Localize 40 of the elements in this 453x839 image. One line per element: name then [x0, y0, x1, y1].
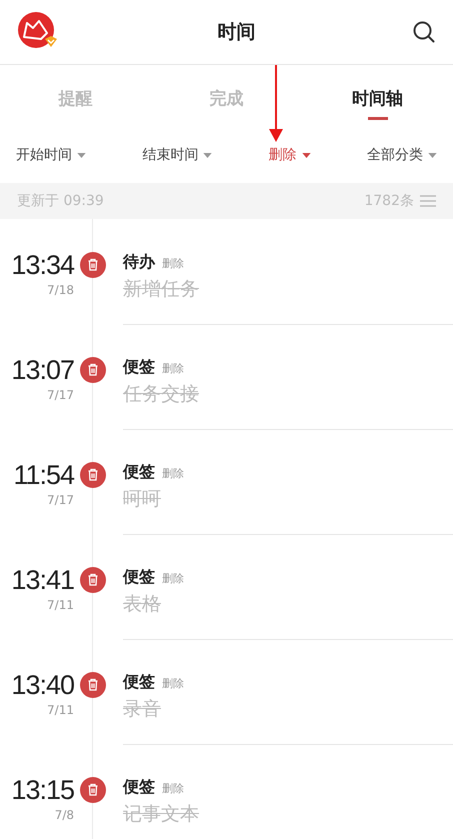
entry-status: 删除: [162, 466, 184, 481]
entry-text[interactable]: 记事文本: [123, 801, 199, 827]
entry-category: 待办: [123, 252, 155, 273]
tab[interactable]: 提醒: [0, 80, 151, 120]
filter-dropdown[interactable]: 开始时间: [16, 146, 86, 164]
update-time: 更新于 09:39: [17, 192, 104, 210]
entry-category: 便签: [123, 462, 155, 483]
entry-text[interactable]: 呵呵: [123, 486, 161, 512]
entry-date: 7/18: [47, 283, 74, 297]
entry-date: 7/17: [47, 493, 74, 507]
filter-dropdown[interactable]: 删除: [268, 146, 311, 164]
entry-status: 删除: [162, 256, 184, 271]
item-count: 1782条: [364, 192, 414, 210]
entry-time: 13:41: [11, 565, 74, 595]
entry-date: 7/8: [54, 808, 74, 822]
tab[interactable]: 时间轴: [302, 80, 453, 120]
entry-time: 11:54: [13, 460, 74, 490]
entry-text[interactable]: 录音: [123, 696, 161, 722]
filter-dropdown[interactable]: 结束时间: [142, 146, 212, 164]
entry-category: 便签: [123, 777, 155, 798]
entry-category: 便签: [123, 672, 155, 693]
entry-date: 7/11: [47, 703, 74, 717]
entry-status: 删除: [162, 781, 184, 796]
entry-time: 13:07: [11, 355, 74, 385]
entry-time: 13:34: [11, 250, 74, 280]
entry-status: 删除: [162, 676, 184, 691]
screen-title: 时间: [218, 20, 256, 45]
entry-text[interactable]: 任务交接: [123, 381, 199, 407]
entry-date: 7/11: [47, 598, 74, 612]
entry-time: 13:40: [11, 670, 74, 700]
filter-dropdown[interactable]: 全部分类: [366, 146, 437, 164]
entry-category: 便签: [123, 357, 155, 378]
entry-category: 便签: [123, 567, 155, 588]
entry-time: 13:15: [11, 775, 74, 805]
entry-text[interactable]: 新增任务: [123, 276, 199, 302]
entry-date: 7/17: [47, 388, 74, 402]
entry-status: 删除: [162, 361, 184, 376]
entry-text[interactable]: 表格: [123, 591, 161, 617]
tab[interactable]: 完成: [151, 80, 302, 120]
entry-status: 删除: [162, 571, 184, 586]
